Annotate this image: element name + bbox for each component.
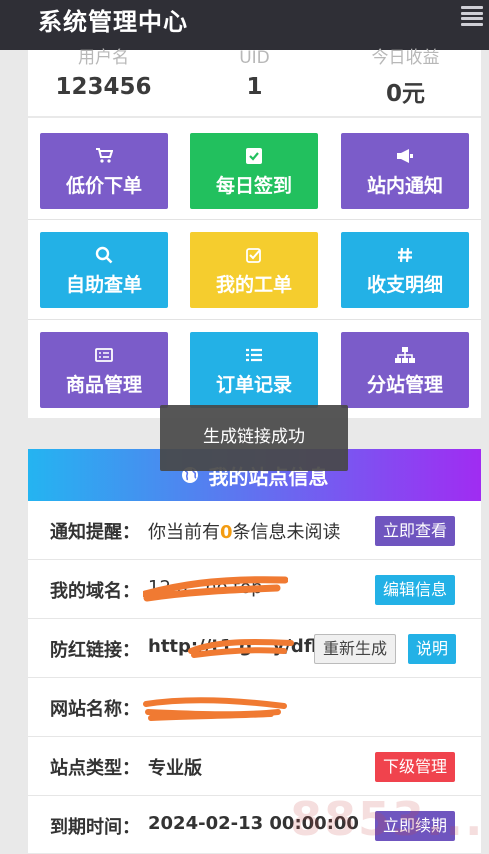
divider bbox=[28, 319, 481, 320]
subordinate-management-button[interactable]: 下级管理 bbox=[375, 752, 456, 782]
stat-label: 今日收益 bbox=[371, 48, 440, 68]
tile-site-notice[interactable]: 站内通知 bbox=[341, 133, 469, 209]
antired-label: 防红链接： bbox=[50, 640, 140, 661]
redaction-scribble bbox=[143, 576, 288, 602]
row-site-name: 网站名称： bbox=[28, 678, 481, 737]
tile-label: 收支明细 bbox=[366, 274, 443, 296]
site-type-value: 专业版 bbox=[148, 758, 202, 779]
divider bbox=[28, 219, 481, 220]
checkbox-icon bbox=[190, 146, 318, 166]
cart-icon bbox=[40, 146, 168, 166]
stat-label: 用户名 bbox=[78, 48, 129, 68]
bullhorn-icon bbox=[341, 146, 469, 166]
tile-label: 商品管理 bbox=[65, 374, 142, 396]
notice-prefix: 你当前有 bbox=[148, 522, 220, 543]
row-antired-link: 防红链接： http://t1.g...y/dfl 重新生成 说明 bbox=[28, 619, 481, 678]
site-name-label: 网站名称： bbox=[50, 699, 140, 720]
row-domain: 我的域名： 12.g...ho.top 编辑信息 bbox=[28, 560, 481, 619]
stat-label: UID bbox=[239, 48, 270, 68]
tile-label: 分站管理 bbox=[366, 374, 443, 396]
list-icon bbox=[190, 345, 318, 365]
user-stats-card: 用户名 123456 UID 1 今日收益 0元 bbox=[28, 48, 481, 116]
tile-my-tickets[interactable]: 我的工单 bbox=[190, 232, 318, 308]
function-grid: 低价下单 每日签到 站内通知 自助查单 我的工单 收支明细 商品管理 订单记录 … bbox=[28, 118, 481, 418]
row-site-type: 站点类型： 专业版 下级管理 bbox=[28, 737, 481, 796]
check-square-icon bbox=[190, 245, 318, 265]
hamburger-icon[interactable] bbox=[461, 6, 483, 26]
watermark: 8853... bbox=[290, 792, 485, 846]
tile-self-check-order[interactable]: 自助查单 bbox=[40, 232, 168, 308]
redaction-scribble bbox=[188, 638, 294, 658]
notice-count: 0 bbox=[220, 522, 233, 543]
tile-label: 自助查单 bbox=[65, 274, 142, 296]
help-button[interactable]: 说明 bbox=[408, 634, 457, 664]
row-notice: 通知提醒： 你当前有0条信息未阅读 立即查看 bbox=[28, 501, 481, 560]
stat-today-income: 今日收益 0元 bbox=[330, 48, 481, 108]
site-type-label: 站点类型： bbox=[50, 758, 140, 779]
redaction-scribble bbox=[143, 697, 287, 721]
stat-value: 123456 bbox=[55, 74, 152, 100]
sitemap-icon bbox=[341, 345, 469, 365]
tile-label: 每日签到 bbox=[215, 175, 292, 197]
tile-daily-checkin[interactable]: 每日签到 bbox=[190, 133, 318, 209]
stat-value: 1 bbox=[246, 74, 263, 100]
notice-suffix: 条信息未阅读 bbox=[232, 522, 341, 543]
tile-low-price-order[interactable]: 低价下单 bbox=[40, 133, 168, 209]
domain-label: 我的域名： bbox=[50, 581, 140, 602]
list-alt-icon bbox=[40, 345, 168, 365]
stat-username: 用户名 123456 bbox=[28, 48, 179, 100]
search-icon bbox=[40, 245, 168, 265]
tile-order-records[interactable]: 订单记录 bbox=[190, 332, 318, 408]
stat-uid: UID 1 bbox=[179, 48, 330, 100]
regenerate-button[interactable]: 重新生成 bbox=[314, 634, 397, 664]
notice-text: 你当前有0条信息未阅读 bbox=[148, 518, 341, 544]
tile-label: 站内通知 bbox=[366, 175, 443, 197]
expire-label: 到期时间： bbox=[50, 817, 140, 838]
tile-label: 低价下单 bbox=[65, 175, 142, 197]
tile-label: 我的工单 bbox=[215, 274, 292, 296]
edit-info-button[interactable]: 编辑信息 bbox=[375, 575, 456, 605]
tile-label: 订单记录 bbox=[215, 374, 292, 396]
notice-label: 通知提醒： bbox=[50, 522, 140, 543]
tile-substation-management[interactable]: 分站管理 bbox=[341, 332, 469, 408]
hashtag-icon bbox=[341, 245, 469, 265]
view-now-button[interactable]: 立即查看 bbox=[375, 516, 456, 546]
tile-income-expense[interactable]: 收支明细 bbox=[341, 232, 469, 308]
top-bar: 系统管理中心 bbox=[0, 0, 489, 50]
tile-product-management[interactable]: 商品管理 bbox=[40, 332, 168, 408]
stat-value: 0元 bbox=[385, 81, 425, 107]
toast-message: 生成链接成功 bbox=[160, 405, 348, 471]
page-title: 系统管理中心 bbox=[38, 8, 188, 36]
